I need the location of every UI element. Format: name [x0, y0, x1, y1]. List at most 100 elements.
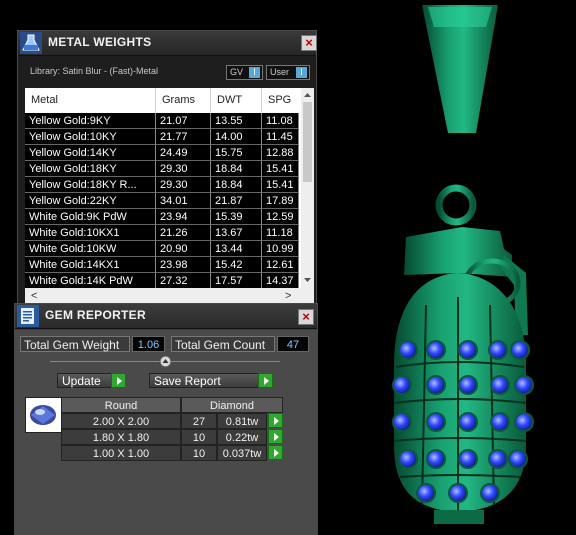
table-row[interactable]: White Gold:9K PdW 23.94 15.39 12.59	[25, 209, 299, 225]
total-gem-weight-value: 1.06	[132, 336, 165, 352]
dwt-cell: 15.42	[211, 257, 262, 273]
dwt-cell: 13.44	[211, 241, 262, 257]
table-row[interactable]: Yellow Gold:22KY 34.01 21.87 17.89	[25, 193, 299, 209]
bail-highlight	[428, 7, 492, 27]
grams-cell: 20.90	[156, 241, 211, 257]
gem-stone	[398, 449, 418, 469]
save-report-button[interactable]: Save Report	[149, 373, 273, 388]
splitter-handle-icon[interactable]	[159, 355, 172, 368]
spg-cell: 15.41	[262, 177, 299, 193]
gem-count-cell: 27	[181, 413, 217, 429]
gem-reporter-title: GEM REPORTER	[45, 308, 146, 322]
dwt-cell: 15.75	[211, 145, 262, 161]
metal-name-cell: Yellow Gold:10KY	[25, 129, 156, 145]
gem-count-cell: 10	[181, 445, 217, 461]
table-row[interactable]: White Gold:14K PdW 27.32 17.57 14.37	[25, 273, 299, 289]
gem-stone	[510, 340, 530, 360]
table-row[interactable]: White Gold:14KX1 23.98 15.42 12.61	[25, 257, 299, 273]
gv-toggle[interactable]: GV I	[226, 65, 263, 80]
grams-cell: 34.01	[156, 193, 211, 209]
table-row[interactable]: Yellow Gold:9KY 21.07 13.55 11.08	[25, 113, 299, 129]
grams-cell: 23.98	[156, 257, 211, 273]
gem-count-cell: 10	[181, 429, 217, 445]
gem-stone	[416, 483, 436, 503]
gem-stone	[426, 412, 446, 432]
spg-cell: 14.37	[262, 273, 299, 289]
column-header-dwt[interactable]: DWT	[211, 88, 262, 113]
spg-cell: 12.88	[262, 145, 299, 161]
total-gem-count-value: 47	[277, 336, 309, 352]
metal-name-cell: White Gold:9K PdW	[25, 209, 156, 225]
gem-stone	[426, 449, 446, 469]
metal-name-cell: Yellow Gold:18KY	[25, 161, 156, 177]
lever-shape	[404, 227, 512, 277]
round-gem-icon	[30, 405, 56, 425]
dwt-cell: 13.67	[211, 225, 262, 241]
gem-table-header-shape: Round	[61, 397, 181, 413]
user-toggle[interactable]: User I	[266, 65, 310, 80]
scroll-right-arrow-icon[interactable]: >	[285, 290, 291, 302]
gem-row-arrow-button[interactable]	[268, 413, 283, 428]
gem-stone	[514, 412, 534, 432]
grams-cell: 21.26	[156, 225, 211, 241]
spg-cell: 11.08	[262, 113, 299, 129]
metal-weights-table: Metal Grams DWT SPG Yellow Gold:9KY 21.07…	[25, 88, 314, 306]
grams-cell: 23.94	[156, 209, 211, 225]
metal-weights-titlebar[interactable]: METAL WEIGHTS ×	[18, 31, 317, 56]
column-header-metal[interactable]: Metal	[25, 88, 156, 113]
gem-stone	[458, 412, 478, 432]
close-button[interactable]: ×	[298, 309, 314, 325]
vertical-scrollbar[interactable]	[301, 88, 314, 288]
gem-stone	[392, 412, 412, 432]
gem-stone	[514, 375, 534, 395]
grenade-pendant-render[interactable]	[380, 5, 552, 525]
table-row[interactable]: Yellow Gold:14KY 24.49 15.75 12.88	[25, 145, 299, 161]
scrollbar-graphics	[303, 93, 312, 282]
spg-cell: 15.41	[262, 161, 299, 177]
user-toggle-label: User	[270, 67, 290, 77]
gem-weight-cell: 0.81tw	[217, 413, 267, 429]
grams-cell: 21.77	[156, 129, 211, 145]
gem-size-cell: 1.00 X 1.00	[61, 445, 181, 461]
spg-cell: 12.61	[262, 257, 299, 273]
metal-name-cell: White Gold:10KW	[25, 241, 156, 257]
update-button[interactable]: Update	[57, 373, 126, 388]
gem-thumbnail[interactable]	[25, 397, 63, 433]
gem-reporter-titlebar[interactable]: GEM REPORTER ×	[15, 304, 317, 329]
gem-weight-cell: 0.22tw	[217, 429, 267, 445]
grams-cell: 29.30	[156, 161, 211, 177]
gem-stone	[488, 449, 508, 469]
spg-cell: 11.45	[262, 129, 299, 145]
gem-stone	[426, 340, 446, 360]
gem-stone	[490, 412, 510, 432]
column-header-spg[interactable]: SPG	[262, 88, 299, 113]
grams-cell: 29.30	[156, 177, 211, 193]
gem-size-cell: 2.00 X 2.00	[61, 413, 181, 429]
table-row[interactable]: Yellow Gold:18KY R... 29.30 18.84 15.41	[25, 177, 299, 193]
table-row[interactable]: White Gold:10KW 20.90 13.44 10.99	[25, 241, 299, 257]
library-label: Library: Satin Blur - (Fast)-Metal	[30, 66, 159, 76]
metal-weights-panel: METAL WEIGHTS × Library: Satin Blur - (F…	[17, 30, 317, 306]
column-header-grams[interactable]: Grams	[156, 88, 211, 113]
grenade-base-shape	[434, 510, 484, 524]
play-arrow-icon	[258, 373, 273, 388]
scroll-left-arrow-icon[interactable]: <	[31, 290, 37, 302]
gem-size-cell: 1.80 X 1.80	[61, 429, 181, 445]
table-row[interactable]: White Gold:10KX1 21.26 13.67 11.18	[25, 225, 299, 241]
play-arrow-icon	[111, 373, 126, 388]
metal-weights-title: METAL WEIGHTS	[48, 35, 152, 49]
gem-stone	[392, 375, 412, 395]
table-row[interactable]: Yellow Gold:10KY 21.77 14.00 11.45	[25, 129, 299, 145]
gem-stone	[458, 340, 478, 360]
dwt-cell: 15.39	[211, 209, 262, 225]
close-button[interactable]: ×	[301, 35, 317, 51]
dwt-cell: 14.00	[211, 129, 262, 145]
spg-cell: 11.18	[262, 225, 299, 241]
top-ring-shape	[435, 184, 477, 226]
table-row[interactable]: Yellow Gold:18KY 29.30 18.84 15.41	[25, 161, 299, 177]
gem-row-arrow-button[interactable]	[268, 429, 283, 444]
report-icon	[17, 305, 39, 327]
gem-row-arrow-button[interactable]	[268, 445, 283, 460]
metal-name-cell: White Gold:14KX1	[25, 257, 156, 273]
gem-stone	[488, 340, 508, 360]
